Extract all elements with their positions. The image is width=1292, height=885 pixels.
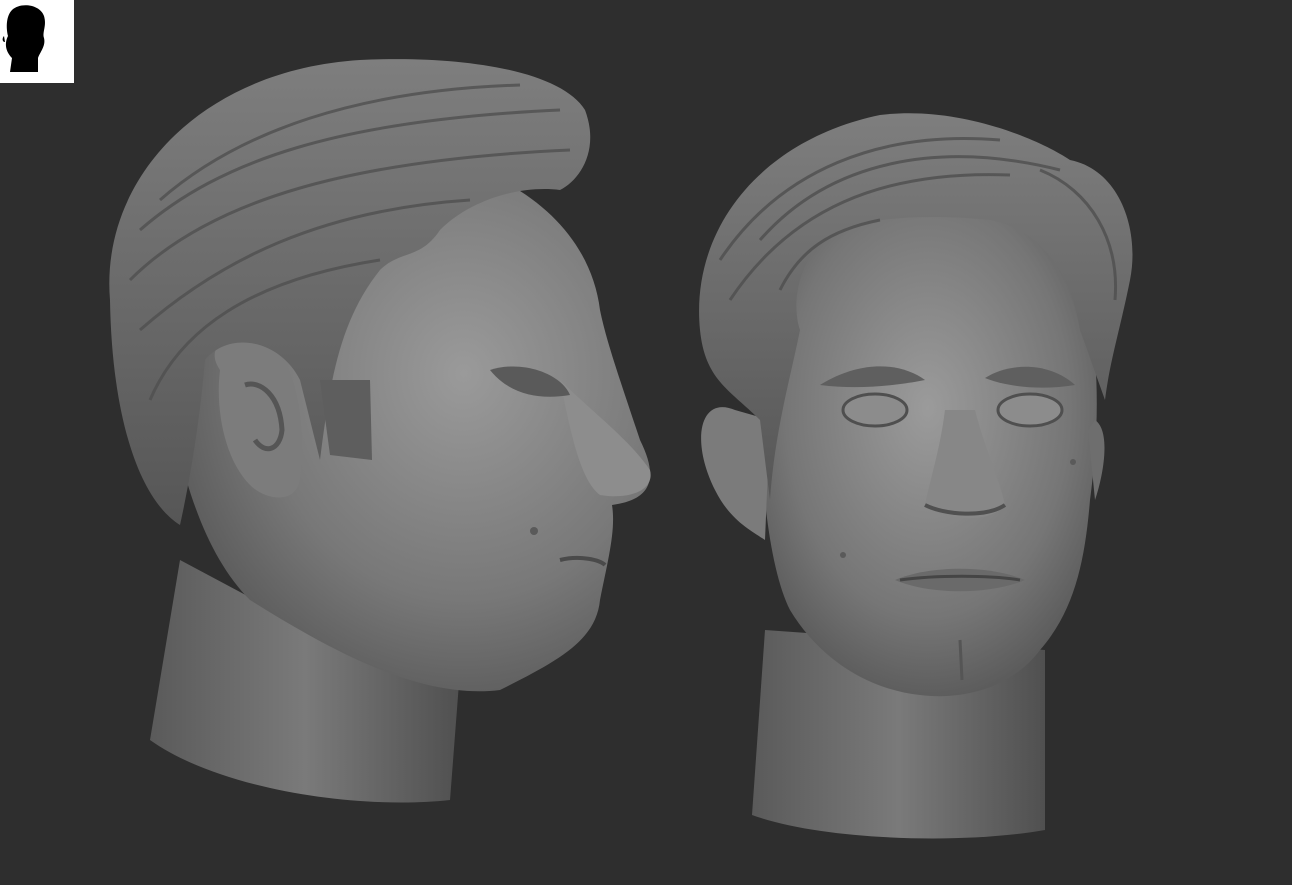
sculpt-viewport[interactable] [0, 0, 1292, 885]
sculpt-canvas [109, 59, 1133, 839]
head-front-view[interactable] [699, 113, 1133, 839]
head-profile-view[interactable] [109, 59, 651, 803]
skin-detail [530, 527, 538, 535]
